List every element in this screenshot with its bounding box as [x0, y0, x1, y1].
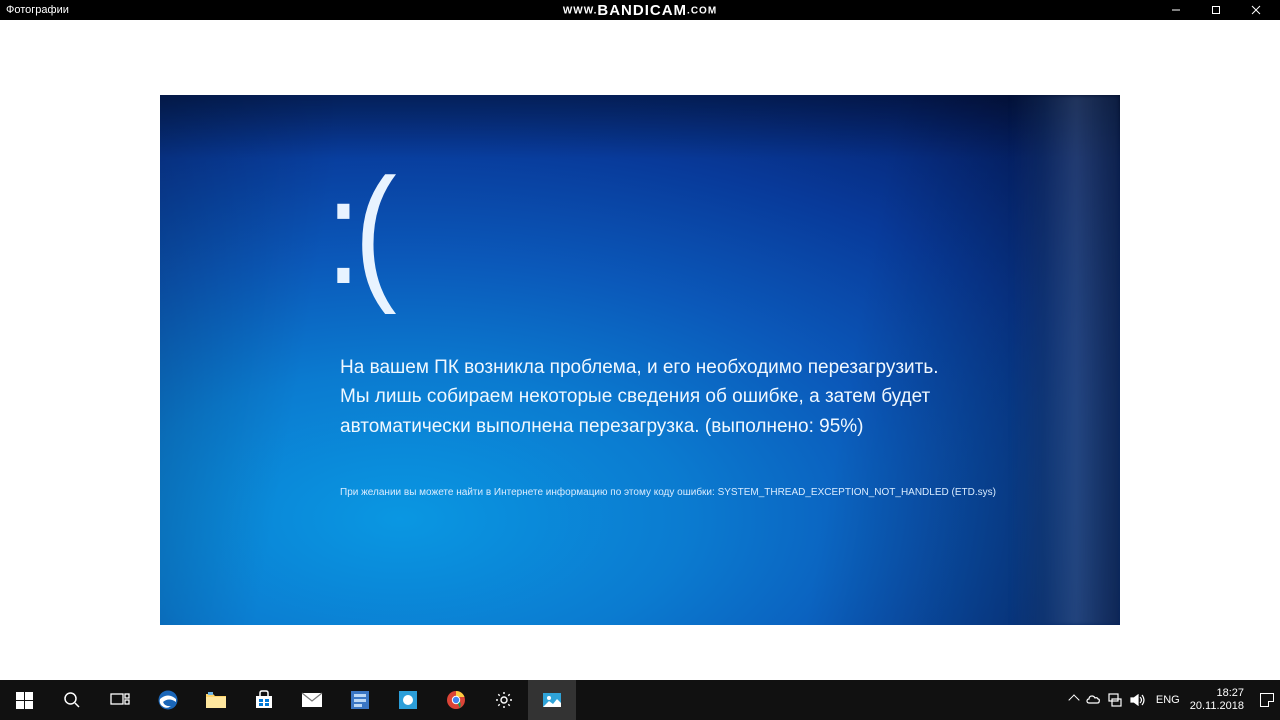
close-button[interactable]	[1236, 0, 1276, 20]
onedrive-icon[interactable]	[1086, 693, 1100, 707]
taskbar-app-settings[interactable]	[480, 680, 528, 720]
taskbar-app-chrome[interactable]	[432, 680, 480, 720]
network-icon[interactable]	[1108, 693, 1122, 707]
tray-icons	[1070, 693, 1146, 707]
photo-viewport: :( На вашем ПК возникла проблема, и его …	[0, 20, 1280, 680]
search-button[interactable]	[48, 680, 96, 720]
action-center-icon[interactable]	[1260, 693, 1274, 707]
bsod-error-code: При желании вы можете найти в Интернете …	[340, 487, 996, 498]
taskbar-app-generic1[interactable]	[336, 680, 384, 720]
sad-face-icon: :(	[326, 145, 390, 318]
taskbar-app-edge[interactable]	[144, 680, 192, 720]
clock[interactable]: 18:27 20.11.2018	[1190, 687, 1244, 713]
volume-icon[interactable]	[1130, 694, 1146, 706]
clock-date: 20.11.2018	[1190, 700, 1244, 713]
taskbar-app-store[interactable]	[240, 680, 288, 720]
taskbar-app-explorer[interactable]	[192, 680, 240, 720]
taskbar-app-generic2[interactable]	[384, 680, 432, 720]
minimize-button[interactable]	[1156, 0, 1196, 20]
taskbar-app-mail[interactable]	[288, 680, 336, 720]
bandicam-watermark: WWW.BANDICAM.COM	[563, 2, 717, 19]
task-view-button[interactable]	[96, 680, 144, 720]
tray-overflow-icon[interactable]	[1068, 694, 1079, 705]
taskbar-app-photos[interactable]	[528, 680, 576, 720]
clock-time: 18:27	[1190, 687, 1244, 700]
titlebar: Фотографии WWW.BANDICAM.COM	[0, 0, 1280, 20]
app-title: Фотографии	[6, 4, 69, 16]
bsod-message: На вашем ПК возникла проблема, и его нео…	[340, 353, 960, 441]
maximize-button[interactable]	[1196, 0, 1236, 20]
start-button[interactable]	[0, 680, 48, 720]
bsod-image: :( На вашем ПК возникла проблема, и его …	[160, 95, 1120, 625]
taskbar: ENG 18:27 20.11.2018	[0, 680, 1280, 720]
language-indicator[interactable]: ENG	[1156, 694, 1180, 706]
